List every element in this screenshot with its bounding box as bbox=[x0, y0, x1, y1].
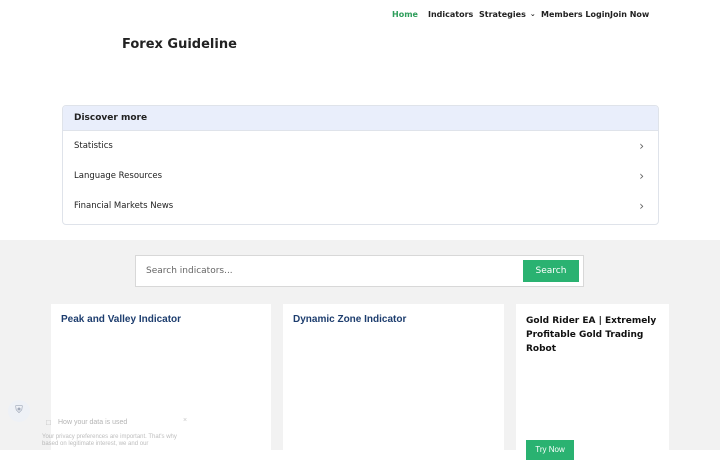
search-button[interactable]: Search bbox=[523, 260, 579, 282]
close-icon[interactable]: × bbox=[183, 417, 187, 424]
search-input[interactable] bbox=[137, 257, 522, 285]
lock-icon: □ bbox=[46, 418, 51, 427]
try-now-button[interactable]: Try Now bbox=[526, 440, 574, 460]
discover-item-label: Language Resources bbox=[74, 171, 163, 181]
privacy-text: Your privacy preferences are important. … bbox=[42, 434, 177, 447]
discover-item-language-resources[interactable]: Language Resources › bbox=[63, 161, 658, 191]
privacy-title: How your data is used bbox=[58, 419, 128, 426]
discover-more-heading: Discover more bbox=[63, 106, 658, 131]
nav-indicators[interactable]: Indicators bbox=[428, 10, 473, 19]
privacy-notice: □ How your data is used × Your privacy p… bbox=[40, 415, 198, 455]
discover-item-label: Financial Markets News bbox=[74, 201, 174, 211]
nav-strategies-label: Strategies bbox=[479, 10, 526, 19]
card-title[interactable]: Gold Rider EA | Extremely Profitable Gol… bbox=[526, 314, 666, 356]
chevron-down-icon: ⌄ bbox=[529, 10, 536, 18]
discover-item-financial-markets-news[interactable]: Financial Markets News › bbox=[63, 191, 658, 221]
card-title[interactable]: Dynamic Zone Indicator bbox=[293, 314, 406, 325]
shield-icon[interactable]: ⛨ bbox=[8, 400, 30, 422]
discover-item-statistics[interactable]: Statistics › bbox=[63, 131, 658, 161]
ad-card[interactable]: Gold Rider EA | Extremely Profitable Gol… bbox=[516, 304, 669, 464]
discover-more-panel: Discover more Statistics › Language Reso… bbox=[62, 105, 659, 225]
discover-item-label: Statistics bbox=[74, 141, 113, 151]
indicator-card[interactable]: Dynamic Zone Indicator bbox=[283, 304, 504, 464]
site-title[interactable]: Forex Guideline bbox=[122, 37, 237, 52]
nav-strategies[interactable]: Strategies ⌄ bbox=[479, 10, 536, 19]
top-navigation: Home Indicators Strategies ⌄ Members Logi… bbox=[0, 0, 720, 30]
chevron-right-icon: › bbox=[639, 199, 644, 213]
nav-join-now[interactable]: Join Now bbox=[610, 10, 649, 19]
chevron-right-icon: › bbox=[639, 169, 644, 183]
nav-home[interactable]: Home bbox=[392, 10, 418, 19]
search-form: Search bbox=[135, 255, 584, 287]
card-title[interactable]: Peak and Valley Indicator bbox=[61, 314, 181, 325]
nav-members-login[interactable]: Members Login bbox=[541, 10, 610, 19]
chevron-right-icon: › bbox=[639, 139, 644, 153]
